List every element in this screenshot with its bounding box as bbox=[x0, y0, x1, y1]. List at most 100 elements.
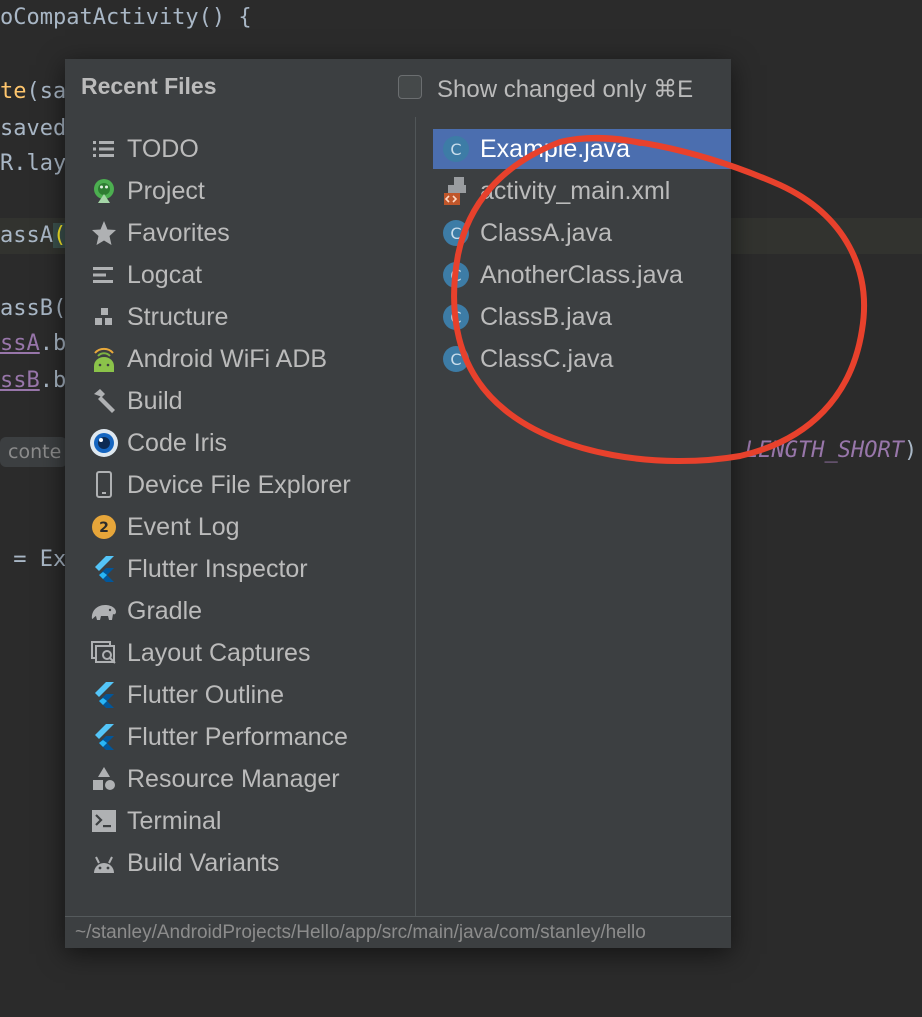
show-changed-checkbox[interactable] bbox=[398, 75, 422, 99]
tool-window-device-file-explorer[interactable]: Device File Explorer bbox=[89, 465, 351, 505]
code-line-4: R.lay bbox=[0, 151, 67, 176]
tool-window-label: Event Log bbox=[127, 512, 240, 541]
java-class-icon: C bbox=[441, 260, 471, 290]
recent-files-list: C Example.java activity_main.xml C Class… bbox=[416, 117, 731, 916]
tool-window-label: Logcat bbox=[127, 260, 203, 289]
tool-window-gradle[interactable]: Gradle bbox=[89, 591, 202, 631]
tool-window-code-iris[interactable]: Code Iris bbox=[89, 423, 227, 463]
code-line-3: saved bbox=[0, 116, 67, 141]
file-label: activity_main.xml bbox=[480, 176, 671, 205]
constant-name: LENGTH_SHORT bbox=[745, 438, 904, 463]
tool-window-layout-captures[interactable]: Layout Captures bbox=[89, 633, 310, 673]
tool-window-label: Project bbox=[127, 176, 205, 205]
list-icon bbox=[89, 134, 119, 164]
tool-window-label: Structure bbox=[127, 302, 229, 331]
tool-window-android-wifi-adb[interactable]: Android WiFi ADB bbox=[89, 339, 327, 379]
code-args: (sa bbox=[26, 79, 67, 104]
code-line-7: ssA.b bbox=[0, 331, 66, 356]
tool-window-label: Build bbox=[127, 386, 183, 415]
tool-window-todo[interactable]: TODO bbox=[89, 129, 199, 169]
code-fn-name: te bbox=[0, 79, 27, 104]
code-field-b: ssB bbox=[0, 368, 40, 393]
tool-window-label: Layout Captures bbox=[127, 638, 311, 667]
tool-windows-list: TODO Project Favorites Logcat Structure bbox=[65, 117, 415, 916]
flutter-icon bbox=[89, 722, 119, 752]
tool-window-terminal[interactable]: Terminal bbox=[89, 801, 221, 841]
tool-window-resource-manager[interactable]: Resource Manager bbox=[89, 759, 340, 799]
tool-window-label: TODO bbox=[127, 134, 199, 163]
code-line-2: te(sa bbox=[0, 79, 66, 104]
phone-icon bbox=[89, 470, 119, 500]
code-dot-b: .b bbox=[39, 331, 67, 356]
event-log-badge-icon: 2 bbox=[89, 512, 119, 542]
code-line-6: assB( bbox=[0, 296, 67, 321]
class-letter: C bbox=[443, 346, 469, 372]
show-changed-label[interactable]: Show changed only ⌘E bbox=[437, 75, 693, 104]
java-class-icon: C bbox=[441, 302, 471, 332]
tool-window-flutter-outline[interactable]: Flutter Outline bbox=[89, 675, 284, 715]
eye-icon bbox=[89, 428, 119, 458]
hammer-icon bbox=[89, 386, 119, 416]
file-label: Example.java bbox=[480, 134, 631, 163]
tool-window-label: Flutter Performance bbox=[127, 722, 348, 751]
shapes-icon bbox=[89, 764, 119, 794]
code-field-a: ssA bbox=[0, 331, 40, 356]
popup-header: Recent Files Show changed only ⌘E bbox=[65, 59, 731, 117]
tool-window-flutter-performance[interactable]: Flutter Performance bbox=[89, 717, 348, 757]
tool-window-structure[interactable]: Structure bbox=[89, 297, 228, 337]
class-letter: C bbox=[443, 304, 469, 330]
tool-window-label: Terminal bbox=[127, 806, 222, 835]
class-letter: C bbox=[443, 220, 469, 246]
tool-window-label: Code Iris bbox=[127, 428, 228, 457]
android-icon bbox=[89, 848, 119, 878]
tool-window-favorites[interactable]: Favorites bbox=[89, 213, 230, 253]
code-line-8: ssB.b bbox=[0, 368, 66, 393]
file-label: ClassC.java bbox=[480, 344, 614, 373]
flutter-icon bbox=[89, 680, 119, 710]
recent-file-anotherclass-java[interactable]: C AnotherClass.java bbox=[433, 255, 731, 295]
tool-window-label: Gradle bbox=[127, 596, 203, 625]
tool-window-label: Android WiFi ADB bbox=[127, 344, 328, 373]
popup-title: Recent Files bbox=[81, 73, 217, 99]
parameter-hint-chip: conte bbox=[0, 437, 68, 467]
tool-window-label: Resource Manager bbox=[127, 764, 340, 793]
tool-window-label: Device File Explorer bbox=[127, 470, 351, 499]
tool-window-label: Build Variants bbox=[127, 848, 280, 877]
constant-tail: ) bbox=[903, 438, 918, 463]
tool-window-event-log[interactable]: 2 Event Log bbox=[89, 507, 240, 547]
tool-window-build[interactable]: Build bbox=[89, 381, 183, 421]
tool-window-project[interactable]: Project bbox=[89, 171, 205, 211]
recent-file-classc-java[interactable]: C ClassC.java bbox=[433, 339, 731, 379]
event-log-badge-count: 2 bbox=[99, 520, 109, 536]
file-label: ClassA.java bbox=[480, 218, 612, 247]
structure-icon bbox=[89, 302, 119, 332]
code-line-ex: = Ex bbox=[0, 547, 67, 572]
recent-file-classa-java[interactable]: C ClassA.java bbox=[433, 213, 731, 253]
code-class-a: assA bbox=[0, 223, 53, 248]
tool-window-build-variants[interactable]: Build Variants bbox=[89, 843, 279, 883]
android-wifi-icon bbox=[89, 344, 119, 374]
code-line-1: oCompatActivity() { bbox=[0, 5, 252, 30]
logcat-icon bbox=[89, 260, 119, 290]
code-constant: LENGTH_SHORT) bbox=[745, 438, 917, 463]
tool-window-label: Flutter Outline bbox=[127, 680, 285, 709]
elephant-icon bbox=[89, 596, 119, 626]
recent-file-example-java[interactable]: C Example.java bbox=[433, 129, 731, 169]
layout-xml-icon bbox=[441, 176, 471, 206]
file-label: ClassB.java bbox=[480, 302, 612, 331]
layout-capture-icon bbox=[89, 638, 119, 668]
recent-files-popup: Recent Files Show changed only ⌘E TODO P… bbox=[65, 59, 731, 948]
tool-window-flutter-inspector[interactable]: Flutter Inspector bbox=[89, 549, 308, 589]
class-letter: C bbox=[443, 262, 469, 288]
recent-file-classb-java[interactable]: C ClassB.java bbox=[433, 297, 731, 337]
file-path: ~/stanley/AndroidProjects/Hello/app/src/… bbox=[75, 922, 646, 943]
code-dot-b2: .b bbox=[39, 368, 67, 393]
terminal-icon bbox=[89, 806, 119, 836]
tool-window-logcat[interactable]: Logcat bbox=[89, 255, 202, 295]
star-icon bbox=[89, 218, 119, 248]
tool-window-label: Flutter Inspector bbox=[127, 554, 308, 583]
file-label: AnotherClass.java bbox=[480, 260, 683, 289]
recent-file-activity-main-xml[interactable]: activity_main.xml bbox=[433, 171, 731, 211]
path-footer: ~/stanley/AndroidProjects/Hello/app/src/… bbox=[65, 916, 731, 948]
java-class-icon: C bbox=[441, 218, 471, 248]
